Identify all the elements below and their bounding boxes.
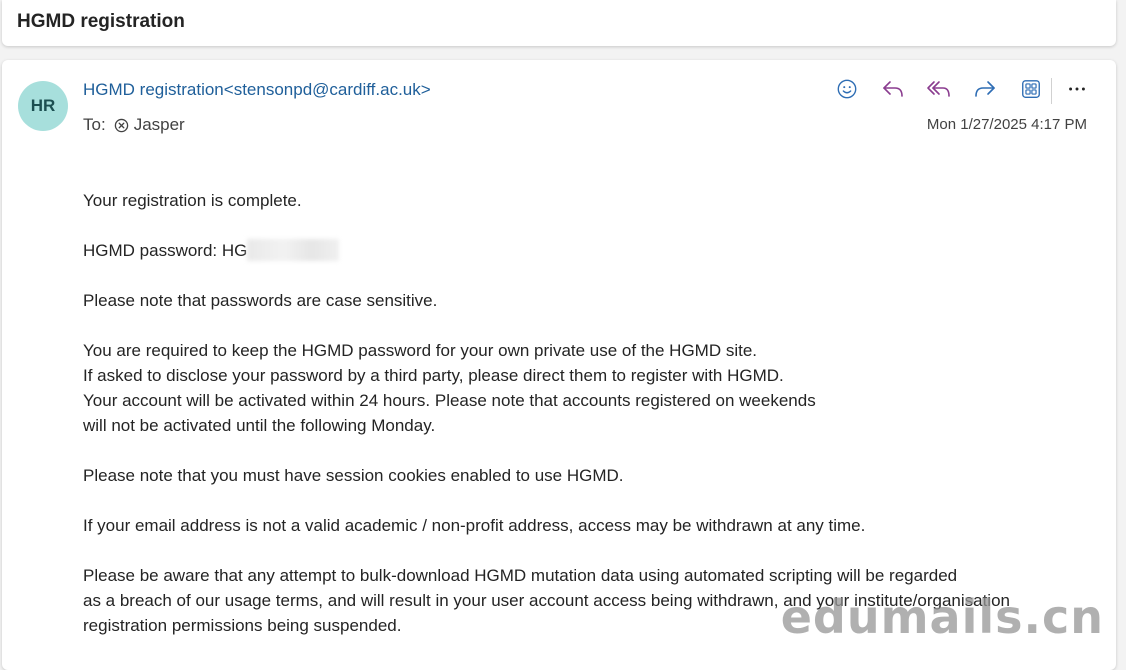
reply-all-button[interactable] [924,76,954,106]
body-paragraph: You are required to keep the HGMD passwo… [83,338,1093,438]
body-line: You are required to keep the HGMD passwo… [83,341,758,360]
reply-all-icon [926,78,952,105]
message-timestamp: Mon 1/27/2025 4:17 PM [926,116,1087,133]
sender-line[interactable]: HGMD registration<stensonpd@cardiff.ac.u… [83,80,431,100]
subject-title: HGMD registration [17,11,185,32]
forward-icon [973,78,997,105]
body-line: Please be aware that any attempt to bulk… [83,566,958,585]
to-label: To: [83,115,106,134]
password-label: HGMD password: HG [83,241,248,260]
sender-avatar[interactable]: HR [18,81,68,131]
body-paragraph: Your registration is complete. [83,191,302,210]
smiley-icon [836,78,858,105]
body-line: will not be activated until the followin… [83,416,436,435]
body-paragraph: Please note that you must have session c… [83,466,624,485]
toolbar-divider [1051,78,1052,104]
forward-button[interactable] [970,76,1000,106]
sender-name[interactable]: HGMD registration [83,80,224,99]
body-paragraph: Please note that passwords are case sens… [83,291,438,310]
body-line: Your account will be activated within 24… [83,391,816,410]
body-paragraph: If your email address is not a valid aca… [83,516,866,535]
watermark: edumails.cn [780,590,1104,644]
sender-email[interactable]: <stensonpd@cardiff.ac.uk> [224,80,431,99]
body-line: If asked to disclose your password by a … [83,366,784,385]
body-line: registration permissions being suspended… [83,616,402,635]
recipient-name[interactable]: Jasper [134,115,185,135]
reply-icon [881,78,905,105]
more-actions-button[interactable] [1062,76,1092,106]
remove-recipient-icon[interactable] [114,118,129,133]
react-button[interactable] [832,76,862,106]
reply-button[interactable] [878,76,908,106]
recipient-line: To: Jasper [83,115,185,135]
subject-header: HGMD registration [2,0,1116,46]
apps-button[interactable] [1016,76,1046,106]
redacted-password [247,239,340,261]
message-card: HR HGMD registration<stensonpd@cardiff.a… [2,60,1116,670]
password-line: HGMD password: HG [83,238,1093,263]
more-icon [1066,78,1088,105]
apps-icon [1020,78,1042,105]
